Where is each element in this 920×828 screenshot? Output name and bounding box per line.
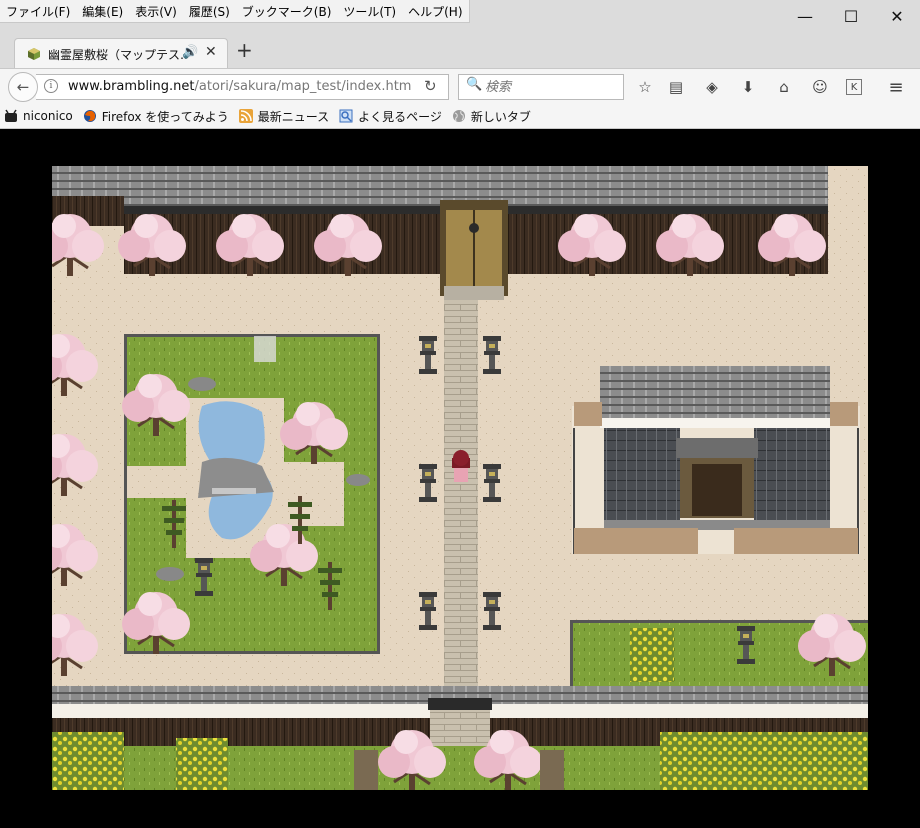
site-info-icon[interactable]: i <box>44 79 58 93</box>
menu-file[interactable]: ファイル(F) <box>0 0 76 22</box>
minimize-button[interactable]: — <box>782 0 828 32</box>
bookmark-news[interactable]: 最新ニュース <box>238 108 330 125</box>
url-bar[interactable]: i www.brambling.net/atori/sakura/map_tes… <box>36 74 449 100</box>
bookmark-niconico[interactable]: niconico <box>4 109 73 123</box>
addon-k-icon[interactable]: K <box>846 79 862 95</box>
bookmark-most-visited[interactable]: よく見るページ <box>339 108 442 125</box>
search-input[interactable] <box>483 77 617 97</box>
browser-window: ファイル(F) 編集(E) 表示(V) 履歴(S) ブックマーク(B) ツール(… <box>0 0 920 828</box>
site-favicon-icon <box>28 48 40 60</box>
back-button[interactable]: ← <box>8 72 38 102</box>
search-icon: 🔍 <box>466 77 483 92</box>
menu-view[interactable]: 表示(V) <box>129 0 183 22</box>
reload-icon[interactable]: ↻ <box>424 77 437 95</box>
tab-close-icon[interactable]: ✕ <box>205 44 217 60</box>
hello-icon[interactable]: ☺ <box>810 77 830 97</box>
globe-icon <box>452 110 465 122</box>
home-icon[interactable]: ⌂ <box>774 77 794 97</box>
close-window-button[interactable]: ✕ <box>874 0 920 32</box>
menu-bookmarks[interactable]: ブックマーク(B) <box>236 0 338 22</box>
bookmark-firefox[interactable]: Firefox を使ってみよう <box>83 108 229 125</box>
url-host: www.brambling.net <box>68 79 195 94</box>
game-map-canvas[interactable] <box>52 166 868 790</box>
url-text: www.brambling.net/atori/sakura/map_test/… <box>68 79 418 94</box>
navigation-toolbar: i www.brambling.net/atori/sakura/map_tes… <box>0 68 920 105</box>
rss-icon <box>238 109 253 123</box>
menu-help[interactable]: ヘルプ(H) <box>402 0 468 22</box>
menu-tools[interactable]: ツール(T) <box>337 0 402 22</box>
bookmark-label: Firefox を使ってみよう <box>101 109 229 124</box>
download-icon[interactable]: ⬇ <box>738 77 758 97</box>
reading-list-icon[interactable]: ▤ <box>666 77 686 97</box>
bookmark-label: 最新ニュース <box>257 109 330 124</box>
bookmark-label: よく見るページ <box>358 109 442 124</box>
bookmark-label: niconico <box>23 109 73 123</box>
bookmark-new-tab[interactable]: 新しいタブ <box>452 108 531 125</box>
url-path: /atori/sakura/map_test/index.htm <box>194 79 412 94</box>
search-bar[interactable]: 🔍 <box>458 74 624 100</box>
menu-history[interactable]: 履歴(S) <box>183 0 236 22</box>
bookmark-star-icon[interactable]: ☆ <box>635 77 655 97</box>
bookmark-label: 新しいタブ <box>470 109 531 124</box>
tab-audio-icon[interactable]: 🔊 <box>182 45 198 60</box>
new-tab-button[interactable]: + <box>236 38 253 62</box>
maximize-button[interactable]: ☐ <box>828 0 874 32</box>
niconico-icon <box>5 109 17 122</box>
title-bar: ファイル(F) 編集(E) 表示(V) 履歴(S) ブックマーク(B) ツール(… <box>0 0 920 32</box>
tab-title: 幽霊屋敷桜（マップテス… <box>48 48 186 62</box>
page-content <box>0 129 920 828</box>
pocket-icon[interactable]: ◈ <box>702 77 722 97</box>
tab-active[interactable]: 幽霊屋敷桜（マップテス… 🔊 ✕ <box>14 38 228 69</box>
firefox-icon <box>83 110 96 122</box>
tab-strip: 幽霊屋敷桜（マップテス… 🔊 ✕ + <box>0 32 920 69</box>
menu-bar: ファイル(F) 編集(E) 表示(V) 履歴(S) ブックマーク(B) ツール(… <box>0 0 470 23</box>
folder-search-icon <box>339 109 353 123</box>
bookmarks-toolbar: niconico Firefox を使ってみよう 最新ニュース よく見るページ … <box>0 104 920 129</box>
hamburger-menu-icon[interactable]: ≡ <box>886 77 906 98</box>
menu-edit[interactable]: 編集(E) <box>76 0 129 22</box>
